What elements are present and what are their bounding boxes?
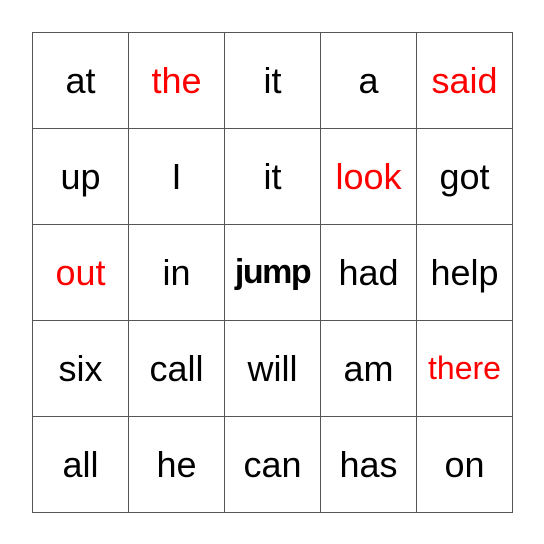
bingo-cell[interactable]: he [129, 417, 225, 513]
bingo-cell[interactable]: call [129, 321, 225, 417]
bingo-cell[interactable]: up [33, 129, 129, 225]
bingo-cell[interactable]: it [225, 33, 321, 129]
bingo-cell[interactable]: look [321, 129, 417, 225]
bingo-cell[interactable]: at [33, 33, 129, 129]
bingo-board: at the it a said up I it look got out in… [32, 32, 513, 513]
bingo-cell[interactable]: there [417, 321, 513, 417]
bingo-cell[interactable]: the [129, 33, 225, 129]
bingo-cell[interactable]: will [225, 321, 321, 417]
bingo-cell[interactable]: on [417, 417, 513, 513]
bingo-cell[interactable]: it [225, 129, 321, 225]
bingo-cell[interactable]: out [33, 225, 129, 321]
bingo-cell[interactable]: in [129, 225, 225, 321]
bingo-cell[interactable]: can [225, 417, 321, 513]
bingo-cell[interactable]: has [321, 417, 417, 513]
bingo-cell[interactable]: got [417, 129, 513, 225]
bingo-cell[interactable]: six [33, 321, 129, 417]
bingo-cell[interactable]: help [417, 225, 513, 321]
bingo-cell-center[interactable]: jump [225, 225, 321, 321]
bingo-cell[interactable]: all [33, 417, 129, 513]
bingo-cell[interactable]: said [417, 33, 513, 129]
bingo-cell[interactable]: had [321, 225, 417, 321]
bingo-cell[interactable]: a [321, 33, 417, 129]
bingo-cell[interactable]: I [129, 129, 225, 225]
bingo-cell[interactable]: am [321, 321, 417, 417]
